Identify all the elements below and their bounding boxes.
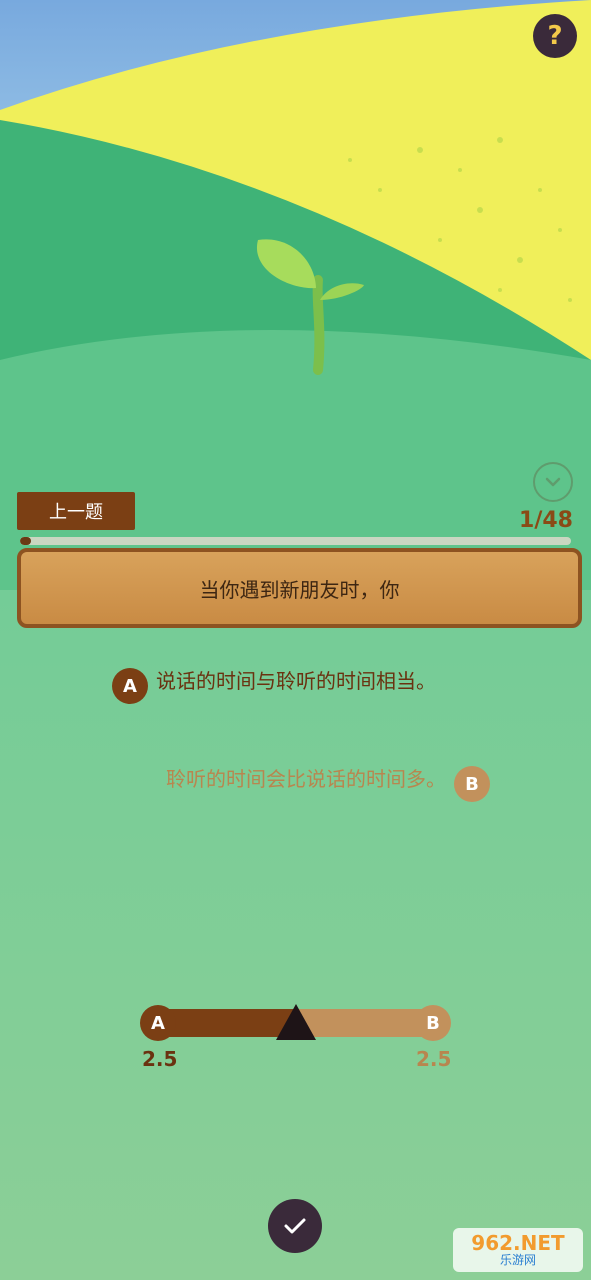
question-plank: 当你遇到新朋友时，你: [17, 548, 582, 628]
slider-thumb-triangle-icon[interactable]: [276, 1004, 316, 1040]
question-icon: ?: [547, 21, 563, 51]
check-icon: [284, 1218, 306, 1234]
site-watermark: 962.NET 乐游网: [453, 1228, 583, 1272]
score-a: 2.5: [142, 1047, 178, 1071]
game-scene: ? 上一题 1/48 当你遇到新朋友时，你 A 说话的时间与聆听的时间相当。 聆…: [0, 0, 591, 1280]
previous-question-button[interactable]: 上一题: [17, 492, 135, 530]
collapse-button[interactable]: [533, 462, 573, 502]
landscape-background: [0, 0, 591, 1280]
slider-b-end: B: [415, 1005, 451, 1041]
option-a-text: 说话的时间与聆听的时间相当。: [156, 669, 436, 693]
confirm-button[interactable]: [268, 1199, 322, 1253]
question-progress-text: 1/48: [519, 508, 573, 533]
watermark-main: 962.NET: [471, 1231, 565, 1255]
option-a[interactable]: A 说话的时间与聆听的时间相当。: [112, 666, 442, 704]
question-progress-fill: [20, 537, 32, 545]
option-b[interactable]: 聆听的时间会比说话的时间多。 B: [160, 764, 490, 802]
slider-a-end: A: [140, 1005, 176, 1041]
option-b-badge: B: [454, 766, 490, 802]
watermark-sub: 乐游网: [499, 1253, 536, 1267]
question-text: 当你遇到新朋友时，你: [199, 577, 400, 602]
question-progress-bar: [20, 537, 571, 545]
help-button[interactable]: ?: [533, 14, 577, 58]
score-b: 2.5: [416, 1047, 452, 1071]
option-a-badge: A: [112, 668, 148, 704]
chevron-down-icon: [545, 477, 561, 487]
option-b-text: 聆听的时间会比说话的时间多。: [166, 767, 446, 791]
